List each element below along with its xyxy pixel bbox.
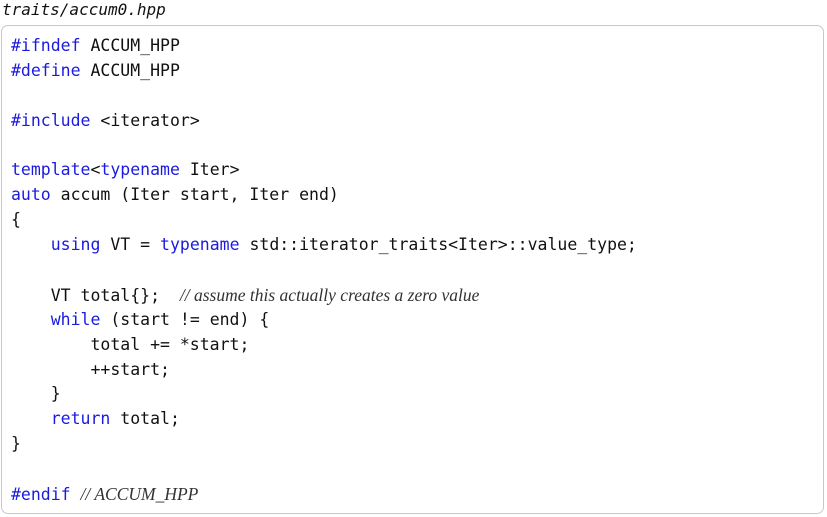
code-text: std::iterator_traits<Iter>::value_type;: [239, 235, 637, 255]
code-keyword: template: [11, 160, 91, 180]
file-title: traits/accum0.hpp: [2, 0, 166, 19]
code-keyword: #endif: [11, 485, 71, 505]
code-keyword: #include: [11, 110, 91, 130]
code-text: VT total{};: [11, 285, 180, 305]
code-keyword: while: [50, 309, 101, 329]
code-text: ACCUM_HPP: [80, 60, 180, 80]
code-keyword: auto: [11, 185, 51, 205]
code-text: <: [90, 160, 101, 180]
code-comment: // assume this actually creates a zero v…: [179, 284, 480, 305]
code-line: {: [11, 208, 637, 233]
code-keyword: using: [50, 235, 101, 255]
code-text: total += *start;: [11, 334, 250, 354]
code-listing: #ifndef ACCUM_HPP#define ACCUM_HPP​#incl…: [11, 34, 637, 507]
code-text: }: [11, 384, 61, 404]
code-keyword: #define: [11, 60, 81, 80]
code-line: return total;: [11, 407, 637, 432]
code-line: template<typename Iter>: [11, 158, 637, 183]
code-line: auto accum (Iter start, Iter end): [11, 183, 637, 208]
code-line: ​: [11, 258, 637, 283]
code-line: }: [11, 432, 637, 457]
code-line: VT total{}; // assume this actually crea…: [11, 283, 637, 308]
code-text: <iterator>: [90, 110, 200, 130]
code-line: }: [11, 382, 637, 407]
code-line: using VT = typename std::iterator_traits…: [11, 233, 637, 258]
code-line: while (start != end) {: [11, 308, 637, 333]
code-keyword: #ifndef: [11, 36, 81, 55]
code-line: ​: [11, 134, 637, 159]
code-listing-box: #ifndef ACCUM_HPP#define ACCUM_HPP​#incl…: [1, 25, 824, 514]
code-line: ​: [11, 84, 637, 109]
code-text: ACCUM_HPP: [80, 36, 180, 55]
code-line: ++start;: [11, 358, 637, 383]
code-line: #define ACCUM_HPP: [11, 59, 637, 84]
code-text: accum (Iter start, Iter end): [50, 185, 339, 205]
code-line: ​: [11, 457, 637, 482]
code-line: total += *start;: [11, 333, 637, 358]
code-text: }: [11, 434, 21, 454]
code-text: VT =: [100, 235, 161, 255]
code-line: #endif // ACCUM_HPP: [11, 482, 637, 507]
code-keyword: typename: [100, 160, 180, 180]
code-text: total;: [110, 409, 180, 429]
code-text: {: [11, 210, 21, 230]
code-text: Iter>: [179, 160, 240, 180]
code-line: #ifndef ACCUM_HPP: [11, 34, 637, 59]
code-text: (start != end) {: [100, 309, 270, 329]
code-text: ++start;: [11, 359, 170, 379]
code-line: #include <iterator>: [11, 109, 637, 134]
code-keyword: typename: [160, 235, 240, 255]
code-comment: // ACCUM_HPP: [80, 484, 199, 505]
code-keyword: return: [50, 409, 111, 429]
